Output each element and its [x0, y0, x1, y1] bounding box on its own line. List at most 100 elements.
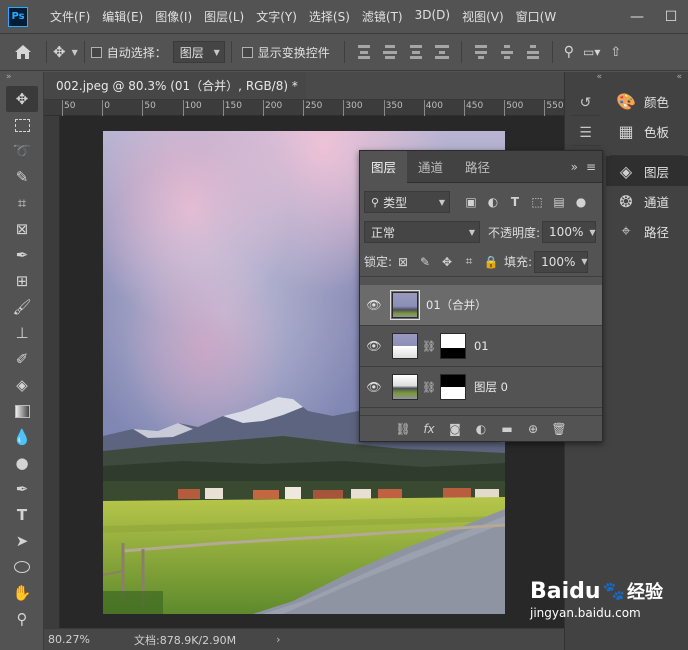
move-tool[interactable]: ✥ [6, 86, 38, 112]
menu-layer[interactable]: 图层(L) [198, 8, 250, 25]
zoom-tool[interactable]: ⚲ [6, 606, 38, 632]
auto-select-checkbox[interactable] [90, 46, 102, 58]
opacity-input[interactable]: 100% ▼ [542, 221, 597, 243]
stamp-tool[interactable]: ⊥ [6, 320, 38, 346]
menu-type[interactable]: 文字(Y) [250, 8, 303, 25]
menu-filter[interactable]: 滤镜(T) [356, 8, 409, 25]
eye-icon[interactable]: 👁 [360, 298, 388, 312]
link-layers-icon[interactable]: ⛓ [390, 422, 416, 436]
dodge-tool[interactable]: ● [6, 450, 38, 476]
eye-icon[interactable]: 👁 [360, 339, 388, 353]
filter-pixel-icon[interactable]: ▣ [463, 194, 479, 210]
tab-layers[interactable]: 图层 [360, 150, 408, 183]
distribute-center-icon[interactable] [500, 45, 514, 59]
layer-mask-thumbnail[interactable] [439, 374, 466, 400]
filter-smart-object-icon[interactable]: ▤ [551, 194, 567, 210]
filter-toggle-icon[interactable]: ● [573, 194, 589, 210]
align-right-icon[interactable] [409, 45, 423, 59]
menu-3d[interactable]: 3D(D) [409, 8, 456, 25]
filter-adjustment-icon[interactable]: ◐ [485, 194, 501, 210]
eye-icon[interactable]: 👁 [360, 380, 388, 394]
search-icon[interactable]: ⚲ [564, 44, 574, 60]
align-left-icon[interactable] [357, 45, 371, 59]
lock-position-icon[interactable]: ✥ [439, 254, 455, 270]
layer-row[interactable]: 👁 01（合并） [360, 285, 602, 326]
menu-select[interactable]: 选择(S) [303, 8, 356, 25]
type-tool[interactable]: T [6, 502, 38, 528]
document-tab[interactable]: 002.jpeg @ 80.3% (01（合并）, RGB/8) * ✕ [44, 72, 319, 100]
menu-file[interactable]: 文件(F) [44, 8, 96, 25]
properties-icon[interactable]: ☰ [570, 120, 601, 146]
move-tool-preset[interactable]: ✥ ▼ [53, 43, 78, 61]
dock-item-paths[interactable]: ⌖ 路径 [606, 216, 688, 246]
fx-icon[interactable]: fx [416, 422, 442, 436]
align-top-icon[interactable] [434, 45, 449, 59]
brush-tool[interactable]: 🖌 [6, 294, 38, 320]
lasso-tool[interactable]: ➰ [6, 138, 38, 164]
lock-image-icon[interactable]: ✎ [417, 254, 433, 270]
ruler-vertical[interactable] [44, 116, 60, 628]
tab-channels[interactable]: 通道 [407, 151, 454, 183]
workspace-icon[interactable]: ▭▾ [583, 45, 600, 59]
shape-tool[interactable] [6, 554, 38, 580]
collapse-icon[interactable]: « [565, 72, 606, 86]
quick-select-tool[interactable]: ✎ [6, 164, 38, 190]
blur-tool[interactable]: 💧 [6, 424, 38, 450]
layer-row[interactable]: 👁 ⛓ 01 [360, 326, 602, 367]
blend-mode-dropdown[interactable]: 正常 ▼ [364, 221, 480, 243]
add-mask-icon[interactable]: ◙ [442, 422, 468, 436]
filter-shape-icon[interactable]: ⬚ [529, 194, 545, 210]
marquee-tool[interactable] [6, 112, 38, 138]
home-button[interactable] [6, 35, 40, 69]
collapse-icon[interactable]: » [571, 160, 578, 174]
fill-input[interactable]: 100% ▼ [534, 250, 589, 273]
auto-select-target-dropdown[interactable]: 图层 ▼ [172, 41, 225, 63]
dock-item-layers[interactable]: ◈ 图层 [606, 156, 688, 186]
menu-window[interactable]: 窗口(W [510, 8, 563, 25]
chevron-right-icon[interactable]: › [276, 633, 280, 646]
lock-transparent-icon[interactable]: ⊠ [395, 254, 411, 270]
path-select-tool[interactable]: ➤ [6, 528, 38, 554]
adjustment-layer-icon[interactable]: ◐ [468, 422, 494, 436]
distribute-bottom-icon[interactable] [526, 45, 540, 59]
crop-tool[interactable]: ⌗ [6, 190, 38, 216]
zoom-level[interactable]: 80.27% [48, 633, 108, 646]
hand-tool[interactable]: ✋ [6, 580, 38, 606]
dock-item-color[interactable]: 🎨 颜色 [606, 86, 688, 116]
trash-icon[interactable]: 🗑 [546, 422, 572, 436]
link-icon[interactable]: ⛓ [422, 340, 436, 353]
healing-tool[interactable]: ⊞ [6, 268, 38, 294]
tab-paths[interactable]: 路径 [454, 151, 501, 183]
maximize-button[interactable]: ☐ [654, 0, 688, 33]
ruler-horizontal[interactable]: 50 0 50 100 150 200 250 300 350 400 450 500 550 [44, 100, 564, 116]
show-transform-checkbox[interactable] [241, 46, 253, 58]
collapse-icon[interactable]: « [606, 72, 688, 86]
collapse-icon[interactable]: » [0, 72, 43, 86]
eyedropper-tool[interactable]: ✒ [6, 242, 38, 268]
folder-icon[interactable]: ▬ [494, 422, 520, 436]
new-layer-icon[interactable]: ⊕ [520, 422, 546, 436]
menu-edit[interactable]: 编辑(E) [96, 8, 149, 25]
align-center-icon[interactable] [382, 45, 397, 59]
share-icon[interactable]: ⇧ [610, 45, 621, 60]
eraser-tool[interactable]: ◈ [6, 372, 38, 398]
gradient-tool[interactable] [6, 398, 38, 424]
menu-image[interactable]: 图像(I) [149, 8, 198, 25]
link-icon[interactable]: ⛓ [422, 381, 436, 394]
history-brush-tool[interactable]: ✐ [6, 346, 38, 372]
filter-type-icon[interactable]: T [507, 194, 523, 210]
history-icon[interactable]: ↺ [570, 90, 601, 116]
dock-item-channels[interactable]: ❂ 通道 [606, 186, 688, 216]
lock-artboard-icon[interactable]: ⌗ [461, 254, 477, 270]
frame-tool[interactable]: ⊠ [6, 216, 38, 242]
layer-row[interactable]: 👁 ⛓ 图层 0 [360, 367, 602, 408]
distribute-vertical-icon[interactable] [474, 45, 488, 59]
filter-kind-dropdown[interactable]: ⚲ 类型 ▼ [364, 191, 450, 213]
panel-menu-icon[interactable]: ≡ [586, 160, 596, 174]
dock-item-swatches[interactable]: ▦ 色板 [606, 116, 688, 146]
pen-tool[interactable]: ✒ [6, 476, 38, 502]
minimize-button[interactable]: — [620, 0, 654, 33]
menu-view[interactable]: 视图(V) [456, 8, 510, 25]
layer-mask-thumbnail[interactable] [439, 333, 466, 359]
lock-all-icon[interactable]: 🔒 [483, 254, 499, 270]
